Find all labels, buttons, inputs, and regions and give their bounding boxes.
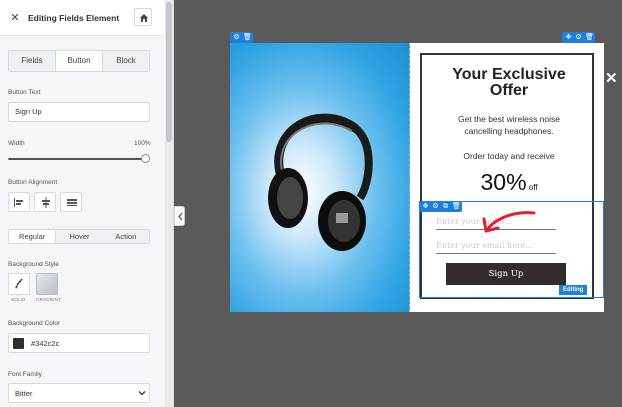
move-icon[interactable]: ✥: [422, 203, 429, 210]
button-state-tabs: Regular Hover Action: [8, 229, 150, 244]
align-center-button[interactable]: [34, 192, 56, 212]
bg-style-label: Background Style: [8, 261, 59, 268]
editor-sidebar: ✕ Editing Fields Element Fields Button B…: [0, 0, 174, 407]
body-line1: Get the best wireless noise: [457, 114, 561, 124]
bg-color-value: #342c2c: [31, 339, 60, 348]
headphones-illustration: [268, 113, 373, 251]
duplicate-icon[interactable]: ⧉: [442, 203, 449, 210]
button-text-input[interactable]: Sign Up: [8, 102, 150, 122]
brush-icon: [15, 278, 23, 289]
solid-label: SOLID: [11, 297, 26, 302]
bg-color-label: Background Color: [8, 320, 61, 327]
trash-icon[interactable]: 🗑: [585, 34, 594, 41]
scrollbar-thumb[interactable]: [166, 2, 172, 142]
font-family-label: Font Family: [8, 371, 42, 378]
move-icon[interactable]: ✥: [565, 34, 572, 41]
color-swatch[interactable]: [13, 338, 24, 349]
headline-line2: Offer: [489, 82, 529, 99]
trash-icon[interactable]: 🗑: [452, 203, 461, 210]
collapse-sidebar-button[interactable]: [174, 206, 185, 226]
offer-text: 30% off: [422, 169, 596, 196]
bg-color-field[interactable]: #342c2c: [8, 333, 150, 353]
align-full-icon: [67, 199, 77, 206]
gear-icon[interactable]: ⚙: [432, 203, 439, 210]
body-line2: cancelling headphones.: [464, 126, 554, 136]
headphones-image: [230, 43, 410, 312]
offer-percent: 30%: [480, 169, 527, 195]
editing-badge: Editing: [559, 285, 588, 295]
align-center-icon: [42, 197, 50, 208]
tab-hover[interactable]: Hover: [56, 230, 102, 243]
element-tabs: Fields Button Block: [8, 50, 150, 72]
optin-popup: Your Exclusive Offer Get the best wirele…: [230, 43, 604, 312]
sidebar-scrollbar[interactable]: [165, 0, 173, 407]
chevron-down-icon: [138, 391, 146, 396]
arrow-annotation: [482, 211, 536, 233]
close-icon[interactable]: ✕: [8, 11, 22, 25]
home-icon: [140, 14, 148, 22]
tab-fields[interactable]: Fields: [9, 51, 55, 71]
width-value: 100%: [134, 140, 151, 147]
headline-line1: Your Exclusive: [452, 66, 566, 83]
signup-button[interactable]: Sign Up: [446, 263, 566, 285]
close-popup-icon[interactable]: ✕: [605, 71, 618, 86]
offer-off: off: [528, 183, 538, 192]
sidebar-title: Editing Fields Element: [28, 13, 120, 23]
sidebar-header: ✕ Editing Fields Element: [0, 0, 164, 36]
align-left-button[interactable]: [8, 192, 30, 212]
tab-regular[interactable]: Regular: [9, 230, 57, 243]
button-text-label: Button Text: [8, 89, 41, 96]
chevron-left-icon: [178, 212, 183, 221]
alignment-label: Button Alignment: [8, 179, 58, 186]
tab-button[interactable]: Button: [55, 51, 103, 71]
home-button[interactable]: [134, 8, 152, 26]
tab-action[interactable]: Action: [103, 230, 149, 243]
align-left-icon: [14, 198, 23, 207]
alignment-buttons: [8, 192, 82, 212]
section-toolbar: ⚙ 🗑: [230, 32, 253, 43]
fields-toolbar: ✥ ⚙ ⧉ 🗑: [419, 201, 462, 212]
align-full-button[interactable]: [60, 192, 82, 212]
width-slider-track[interactable]: [8, 158, 148, 160]
font-family-value: Bitter: [15, 389, 33, 398]
row-toolbar: ✥ ⚙ 🗑: [562, 32, 595, 43]
width-slider-handle[interactable]: [141, 154, 150, 163]
gear-icon[interactable]: ⚙: [233, 34, 240, 41]
gear-icon[interactable]: ⚙: [575, 34, 582, 41]
width-label: Width: [8, 140, 25, 147]
bg-style-solid-button[interactable]: [8, 273, 30, 295]
tab-block[interactable]: Block: [103, 51, 149, 71]
body-line3: Order today and receive: [463, 151, 555, 161]
gradient-label: GRADIENT: [36, 297, 61, 302]
bg-style-gradient-button[interactable]: [36, 273, 58, 295]
font-family-select[interactable]: Bitter: [8, 383, 150, 403]
trash-icon[interactable]: 🗑: [243, 34, 252, 41]
